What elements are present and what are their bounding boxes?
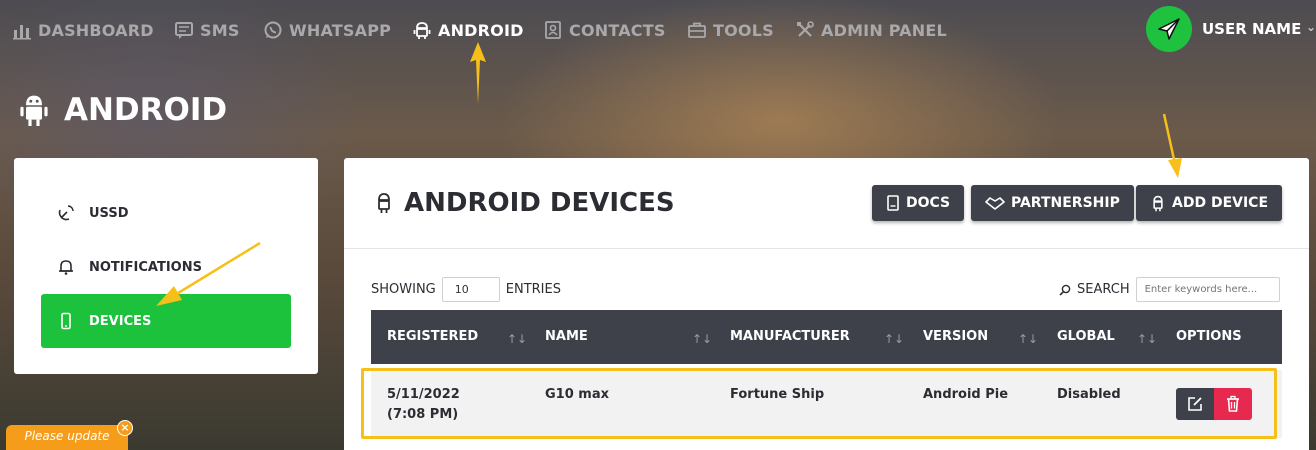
briefcase-icon [688,22,706,38]
contacts-icon [545,21,561,39]
nav-sms[interactable]: SMS [174,17,240,43]
table-header: REGISTERED ↑↓ NAME ↑↓ MANUFACTURER ↑↓ VE… [371,310,1282,364]
handshake-icon [985,197,1005,210]
entries-control: SHOWING ENTRIES [371,277,561,302]
docs-button[interactable]: DOCS [872,185,965,221]
annotation-arrow-icon [156,241,261,306]
entries-select[interactable] [441,277,500,302]
bell-icon [59,260,73,275]
docs-button-label: DOCS [906,195,951,211]
annotation-arrow-icon [1162,113,1182,178]
showing-label: SHOWING [371,282,436,297]
book-icon [887,195,899,211]
partnership-button-label: PARTNERSHIP [1011,195,1120,211]
add-device-button-label: ADD DEVICE [1172,195,1269,211]
nav-contacts[interactable]: CONTACTS [543,17,666,43]
satellite-dish-icon [58,205,74,221]
nav-sms-label: SMS [200,20,240,40]
page-title-text: ANDROID [64,92,228,128]
sort-icon[interactable]: ↑↓ [1137,332,1157,346]
sidebar-item-label: DEVICES [89,313,152,329]
nav-tools-label: TOOLS [713,20,774,40]
update-notice[interactable]: Please update [6,425,128,450]
whatsapp-icon [264,21,282,39]
user-name: USER NAME [1202,20,1302,38]
entries-label: ENTRIES [505,282,561,297]
nav-android-label: ANDROID [438,20,524,40]
top-navigation: DASHBOARD SMS WHATSAPP ANDROID CONTACTS … [0,0,1316,60]
add-device-button[interactable]: ADD DEVICE [1136,185,1283,221]
nav-whatsapp[interactable]: WHATSAPP [263,17,391,43]
bar-chart-icon [13,25,31,40]
divider [344,248,1309,249]
nav-android[interactable]: ANDROID [412,17,524,43]
avatar [1146,6,1192,52]
nav-admin-panel[interactable]: ADMIN PANEL [795,17,947,43]
android-icon [20,95,48,126]
column-options: OPTIONS [1176,329,1242,344]
sort-icon[interactable]: ↑↓ [1018,332,1038,346]
sidebar-item-label: USSD [89,205,129,221]
sort-icon[interactable]: ↑↓ [507,332,527,346]
chevron-down-icon: ⌄ [1306,20,1316,34]
search-icon [1059,284,1071,296]
partnership-button[interactable]: PARTNERSHIP [971,185,1134,221]
nav-admin-panel-label: ADMIN PANEL [821,20,947,40]
search-input[interactable] [1135,277,1280,302]
user-menu[interactable]: USER NAME ⌄ [1146,6,1316,52]
sort-icon[interactable]: ↑↓ [692,332,712,346]
annotation-arrow-icon [470,42,486,104]
android-icon [378,193,390,213]
android-icon [413,22,431,39]
nav-whatsapp-label: WHATSAPP [289,20,392,40]
column-version[interactable]: VERSION [923,329,988,344]
section-title-text: ANDROID DEVICES [404,188,675,218]
nav-dashboard-label: DASHBOARD [38,20,154,40]
highlight-box [361,368,1277,439]
section-title: ANDROID DEVICES [374,188,675,218]
nav-dashboard[interactable]: DASHBOARD [12,17,154,43]
column-manufacturer[interactable]: MANUFACTURER [730,329,850,344]
close-icon[interactable]: × [117,420,133,436]
column-global[interactable]: GLOBAL [1057,329,1115,344]
nav-contacts-label: CONTACTS [569,20,666,40]
search-label: SEARCH [1077,282,1130,297]
android-icon [1153,195,1163,211]
sidebar-item-ussd[interactable]: USSD [41,186,291,240]
message-icon [175,22,193,39]
sort-icon[interactable]: ↑↓ [884,332,904,346]
tools-icon [797,21,814,37]
search-control: SEARCH [1059,277,1280,302]
page-title: ANDROID [18,92,227,128]
column-registered[interactable]: REGISTERED [387,329,478,344]
nav-tools[interactable]: TOOLS [687,17,774,43]
mobile-icon [61,312,71,330]
column-name[interactable]: NAME [545,329,588,344]
paper-plane-icon [1158,18,1180,40]
update-notice-text: Please update [24,429,110,443]
